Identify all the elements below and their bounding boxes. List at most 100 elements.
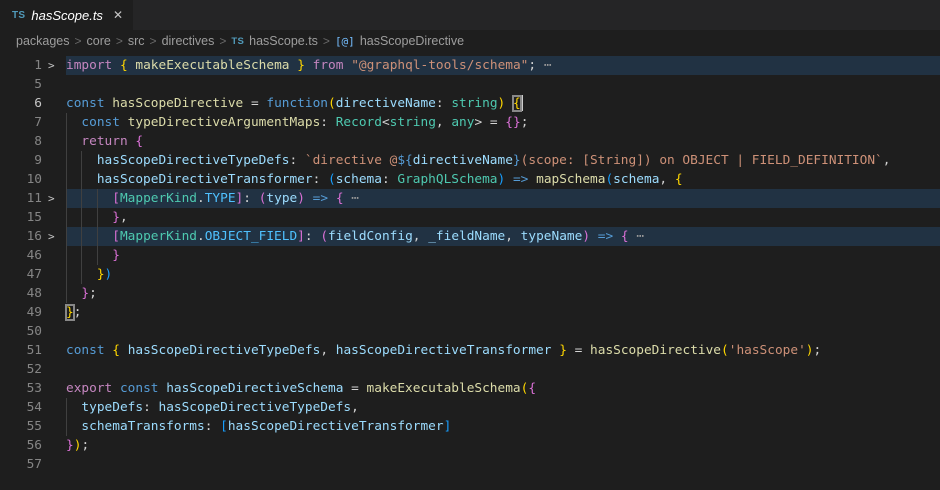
line-number[interactable]: 1 — [0, 56, 42, 75]
fold-gutter — [42, 398, 66, 417]
typescript-file-icon: TS — [231, 36, 244, 47]
code-line[interactable]: 1>import { makeExecutableSchema } from "… — [0, 56, 940, 75]
fold-gutter — [42, 170, 66, 189]
indent-guide — [81, 170, 82, 189]
code-line[interactable]: 9 hasScopeDirectiveTypeDefs: `directive … — [0, 151, 940, 170]
code-line[interactable]: 47 }) — [0, 265, 940, 284]
code-line[interactable]: 10 hasScopeDirectiveTransformer: (schema… — [0, 170, 940, 189]
code-text: }, — [66, 208, 940, 227]
line-number[interactable]: 54 — [0, 398, 42, 417]
indent-guide — [66, 170, 67, 189]
line-number[interactable]: 9 — [0, 151, 42, 170]
indent-guide — [66, 265, 67, 284]
line-number[interactable]: 50 — [0, 322, 42, 341]
line-number[interactable]: 10 — [0, 170, 42, 189]
line-number[interactable]: 5 — [0, 75, 42, 94]
tab-label: hasScope.ts — [31, 8, 103, 23]
fold-gutter — [42, 322, 66, 341]
code-line[interactable]: 56}); — [0, 436, 940, 455]
fold-gutter — [42, 303, 66, 322]
code-text: import { makeExecutableSchema } from "@g… — [66, 56, 940, 75]
fold-gutter — [42, 417, 66, 436]
line-number[interactable]: 56 — [0, 436, 42, 455]
line-number[interactable]: 48 — [0, 284, 42, 303]
code-line[interactable]: 15 }, — [0, 208, 940, 227]
code-text: hasScopeDirectiveTransformer: (schema: G… — [66, 170, 940, 189]
code-text: hasScopeDirectiveTypeDefs: `directive @$… — [66, 151, 940, 170]
breadcrumb-label: directives — [162, 34, 215, 48]
code-line[interactable]: 46 } — [0, 246, 940, 265]
code-text: export const hasScopeDirectiveSchema = m… — [66, 379, 940, 398]
breadcrumb-item-src[interactable]: src — [128, 34, 145, 48]
breadcrumb-item-hasscopedirective[interactable]: [@]hasScopeDirective — [335, 34, 464, 48]
line-number[interactable]: 6 — [0, 94, 42, 113]
tab-bar: TS hasScope.ts ✕ — [0, 0, 940, 30]
line-number[interactable]: 49 — [0, 303, 42, 322]
code-area: 1>import { makeExecutableSchema } from "… — [0, 56, 940, 474]
line-number[interactable]: 51 — [0, 341, 42, 360]
breadcrumb-item-packages[interactable]: packages — [16, 34, 70, 48]
breadcrumb-separator: > — [75, 34, 82, 48]
code-text — [66, 322, 940, 341]
indent-guide — [97, 189, 98, 208]
indent-guide — [66, 151, 67, 170]
code-line[interactable]: 55 schemaTransforms: [hasScopeDirectiveT… — [0, 417, 940, 436]
code-line[interactable]: 5 — [0, 75, 940, 94]
line-number[interactable]: 11 — [0, 189, 42, 208]
breadcrumb-label: core — [87, 34, 111, 48]
breadcrumb-separator: > — [323, 34, 330, 48]
code-text: }); — [66, 436, 940, 455]
fold-chevron-icon[interactable]: > — [42, 189, 66, 208]
breadcrumb-item-directives[interactable]: directives — [162, 34, 215, 48]
fold-chevron-icon[interactable]: > — [42, 227, 66, 246]
code-text — [66, 75, 940, 94]
line-number[interactable]: 52 — [0, 360, 42, 379]
close-icon[interactable]: ✕ — [113, 8, 123, 22]
code-line[interactable]: 8 return { — [0, 132, 940, 151]
fold-gutter — [42, 265, 66, 284]
line-number[interactable]: 57 — [0, 455, 42, 474]
indent-guide — [97, 227, 98, 246]
line-number[interactable]: 15 — [0, 208, 42, 227]
code-line[interactable]: 57 — [0, 455, 940, 474]
indent-guide — [66, 246, 67, 265]
line-number[interactable]: 46 — [0, 246, 42, 265]
code-line[interactable]: 54 typeDefs: hasScopeDirectiveTypeDefs, — [0, 398, 940, 417]
code-line[interactable]: 51const { hasScopeDirectiveTypeDefs, has… — [0, 341, 940, 360]
line-number[interactable]: 16 — [0, 227, 42, 246]
code-text: return { — [66, 132, 940, 151]
code-line[interactable]: 6const hasScopeDirective = function(dire… — [0, 94, 940, 113]
line-number[interactable]: 55 — [0, 417, 42, 436]
fold-gutter — [42, 341, 66, 360]
line-number[interactable]: 47 — [0, 265, 42, 284]
fold-chevron-icon[interactable]: > — [42, 56, 66, 75]
line-number[interactable]: 8 — [0, 132, 42, 151]
code-line[interactable]: 11> [MapperKind.TYPE]: (type) => { ⋯ — [0, 189, 940, 208]
fold-gutter — [42, 94, 66, 113]
indent-guide — [81, 227, 82, 246]
fold-gutter — [42, 246, 66, 265]
breadcrumb-item-hasscope-ts[interactable]: TS hasScope.ts — [231, 34, 318, 48]
code-line[interactable]: 48 }; — [0, 284, 940, 303]
fold-gutter — [42, 455, 66, 474]
code-line[interactable]: 7 const typeDirectiveArgumentMaps: Recor… — [0, 113, 940, 132]
code-line[interactable]: 49}; — [0, 303, 940, 322]
indent-guide — [81, 208, 82, 227]
code-line[interactable]: 53 export const hasScopeDirectiveSchema =… — [0, 379, 940, 398]
tab-hasscope[interactable]: TS hasScope.ts ✕ — [0, 0, 133, 30]
indent-guide — [81, 189, 82, 208]
indent-guide — [66, 227, 67, 246]
code-text: schemaTransforms: [hasScopeDirectiveTran… — [66, 417, 940, 436]
breadcrumb-label: hasScope.ts — [249, 34, 318, 48]
code-editor: 1>import { makeExecutableSchema } from "… — [0, 52, 940, 490]
line-number[interactable]: 53 — [0, 379, 42, 398]
fold-gutter — [42, 379, 66, 398]
code-line[interactable]: 16> [MapperKind.OBJECT_FIELD]: (fieldCon… — [0, 227, 940, 246]
line-number[interactable]: 7 — [0, 113, 42, 132]
fold-gutter — [42, 284, 66, 303]
code-line[interactable]: 52 — [0, 360, 940, 379]
code-text: [MapperKind.OBJECT_FIELD]: (fieldConfig,… — [66, 227, 940, 246]
breadcrumb-item-core[interactable]: core — [87, 34, 111, 48]
code-line[interactable]: 50 — [0, 322, 940, 341]
breadcrumb-separator: > — [116, 34, 123, 48]
